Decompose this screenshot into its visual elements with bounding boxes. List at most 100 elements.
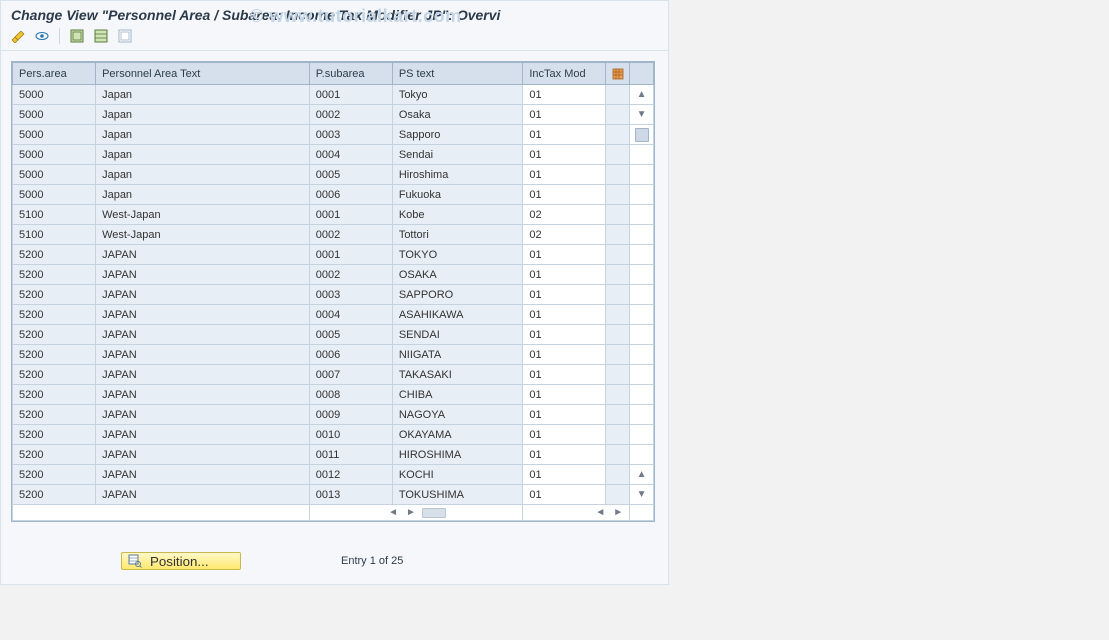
cell-inctax-mod[interactable]: 01: [523, 265, 606, 285]
row-selector[interactable]: [606, 185, 630, 205]
row-selector[interactable]: [606, 285, 630, 305]
col-header-pers-area-text[interactable]: Personnel Area Text: [96, 63, 310, 85]
table-row[interactable]: 5000Japan0005Hiroshima01: [13, 165, 654, 185]
table-row[interactable]: 5200JAPAN0002OSAKA01: [13, 265, 654, 285]
row-selector[interactable]: [606, 385, 630, 405]
vscroll-thumb[interactable]: [635, 128, 649, 142]
cell-inctax-mod[interactable]: 01: [523, 105, 606, 125]
row-selector[interactable]: [606, 365, 630, 385]
cell-inctax-mod[interactable]: 02: [523, 205, 606, 225]
table-row[interactable]: 5200JAPAN0011HIROSHIMA01: [13, 445, 654, 465]
vscroll-down-icon[interactable]: ▼: [630, 108, 653, 122]
col-header-inctax-mod[interactable]: IncTax Mod: [523, 63, 606, 85]
row-selector[interactable]: [606, 145, 630, 165]
row-selector[interactable]: [606, 85, 630, 105]
table-settings-button[interactable]: [606, 63, 630, 85]
hscroll-right-icon[interactable]: ►: [404, 507, 418, 518]
row-selector[interactable]: [606, 405, 630, 425]
vscroll-down2-icon[interactable]: ▼: [630, 488, 653, 502]
cell-inctax-mod[interactable]: 01: [523, 85, 606, 105]
vscroll-up2-icon[interactable]: ▲: [630, 468, 653, 482]
col-header-p-subarea[interactable]: P.subarea: [309, 63, 392, 85]
cell-inctax-mod[interactable]: 01: [523, 405, 606, 425]
deselect-all-icon[interactable]: [116, 28, 134, 44]
table-row[interactable]: 5200JAPAN0007TAKASAKI01: [13, 365, 654, 385]
cell-pers-area: 5200: [13, 465, 96, 485]
cell-pers-area-text: JAPAN: [96, 485, 310, 505]
row-selector[interactable]: [606, 485, 630, 505]
vscroll-cell: [630, 365, 654, 385]
table-row[interactable]: 5200JAPAN0009NAGOYA01: [13, 405, 654, 425]
hscroll-track[interactable]: [422, 508, 446, 518]
table-row[interactable]: 5200JAPAN0013TOKUSHIMA01▼: [13, 485, 654, 505]
vscroll-up-icon[interactable]: ▲: [630, 88, 653, 102]
select-block-icon[interactable]: [92, 28, 110, 44]
vscroll-cell: [630, 245, 654, 265]
table-row[interactable]: 5200JAPAN0010OKAYAMA01: [13, 425, 654, 445]
vscroll-cell: [630, 345, 654, 365]
table-row[interactable]: 5000Japan0002Osaka01▼: [13, 105, 654, 125]
other-view-icon[interactable]: [33, 28, 51, 44]
cell-inctax-mod[interactable]: 01: [523, 385, 606, 405]
table-row[interactable]: 5200JAPAN0003SAPPORO01: [13, 285, 654, 305]
row-selector[interactable]: [606, 105, 630, 125]
row-selector[interactable]: [606, 345, 630, 365]
cell-inctax-mod[interactable]: 01: [523, 245, 606, 265]
cell-pers-area: 5100: [13, 205, 96, 225]
position-button[interactable]: Position...: [121, 552, 241, 570]
table-row[interactable]: 5200JAPAN0005SENDAI01: [13, 325, 654, 345]
select-all-icon[interactable]: [68, 28, 86, 44]
row-selector[interactable]: [606, 445, 630, 465]
cell-inctax-mod[interactable]: 01: [523, 485, 606, 505]
cell-ps-text: KOCHI: [392, 465, 523, 485]
application-toolbar: [1, 25, 668, 51]
row-selector[interactable]: [606, 465, 630, 485]
hscroll2-left-icon[interactable]: ◄: [593, 507, 607, 518]
hscroll-left-icon[interactable]: ◄: [386, 507, 400, 518]
cell-pers-area-text: West-Japan: [96, 225, 310, 245]
table-row[interactable]: 5100West-Japan0002Tottori02: [13, 225, 654, 245]
cell-p-subarea: 0005: [309, 165, 392, 185]
cell-p-subarea: 0005: [309, 325, 392, 345]
row-selector[interactable]: [606, 265, 630, 285]
cell-inctax-mod[interactable]: 01: [523, 145, 606, 165]
row-selector[interactable]: [606, 225, 630, 245]
cell-inctax-mod[interactable]: 01: [523, 185, 606, 205]
table-row[interactable]: 5000Japan0003Sapporo01: [13, 125, 654, 145]
table-row[interactable]: 5200JAPAN0004ASAHIKAWA01: [13, 305, 654, 325]
table-row[interactable]: 5200JAPAN0006NIIGATA01: [13, 345, 654, 365]
cell-inctax-mod[interactable]: 01: [523, 325, 606, 345]
table-row[interactable]: 5200JAPAN0008CHIBA01: [13, 385, 654, 405]
cell-inctax-mod[interactable]: 01: [523, 165, 606, 185]
cell-inctax-mod[interactable]: 01: [523, 285, 606, 305]
table-row[interactable]: 5200JAPAN0012KOCHI01▲: [13, 465, 654, 485]
table-row[interactable]: 5000Japan0006Fukuoka01: [13, 185, 654, 205]
table-row[interactable]: 5200JAPAN0001TOKYO01: [13, 245, 654, 265]
row-selector[interactable]: [606, 165, 630, 185]
cell-inctax-mod[interactable]: 01: [523, 345, 606, 365]
row-selector[interactable]: [606, 425, 630, 445]
cell-inctax-mod[interactable]: 02: [523, 225, 606, 245]
cell-inctax-mod[interactable]: 01: [523, 425, 606, 445]
cell-inctax-mod[interactable]: 01: [523, 125, 606, 145]
row-selector[interactable]: [606, 325, 630, 345]
table-row[interactable]: 5000Japan0004Sendai01: [13, 145, 654, 165]
col-header-pers-area[interactable]: Pers.area: [13, 63, 96, 85]
cell-inctax-mod[interactable]: 01: [523, 445, 606, 465]
hscroll2-right-icon[interactable]: ►: [611, 507, 625, 518]
table-row[interactable]: 5000Japan0001Tokyo01▲: [13, 85, 654, 105]
cell-pers-area: 5200: [13, 245, 96, 265]
col-header-ps-text[interactable]: PS text: [392, 63, 523, 85]
cell-inctax-mod[interactable]: 01: [523, 305, 606, 325]
cell-pers-area: 5000: [13, 125, 96, 145]
cell-pers-area: 5200: [13, 425, 96, 445]
row-selector[interactable]: [606, 205, 630, 225]
cell-inctax-mod[interactable]: 01: [523, 465, 606, 485]
change-display-icon[interactable]: [9, 28, 27, 44]
cell-p-subarea: 0002: [309, 265, 392, 285]
table-row[interactable]: 5100West-Japan0001Kobe02: [13, 205, 654, 225]
row-selector[interactable]: [606, 125, 630, 145]
cell-inctax-mod[interactable]: 01: [523, 365, 606, 385]
row-selector[interactable]: [606, 245, 630, 265]
row-selector[interactable]: [606, 305, 630, 325]
